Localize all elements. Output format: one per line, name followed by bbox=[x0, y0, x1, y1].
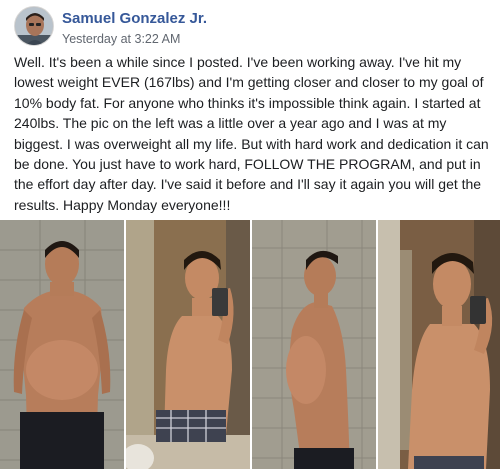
author-name[interactable]: Samuel Gonzalez Jr. bbox=[62, 10, 207, 27]
photo-grid bbox=[0, 220, 500, 469]
photo-mirror-after[interactable] bbox=[126, 220, 250, 469]
author-avatar[interactable] bbox=[14, 6, 54, 46]
photo-front-before[interactable] bbox=[0, 220, 124, 469]
post-message: Well. It's been a while since I posted. … bbox=[14, 54, 489, 213]
photo-mirror-closeup[interactable] bbox=[378, 220, 500, 469]
post-timestamp[interactable]: Yesterday at 3:22 AM bbox=[62, 32, 180, 46]
profile-avatar-icon bbox=[15, 7, 53, 45]
facebook-post: Samuel Gonzalez Jr. Yesterday at 3:22 AM… bbox=[0, 0, 500, 469]
post-header: Samuel Gonzalez Jr. Yesterday at 3:22 AM bbox=[14, 5, 484, 47]
photo-side-before[interactable] bbox=[252, 220, 376, 469]
